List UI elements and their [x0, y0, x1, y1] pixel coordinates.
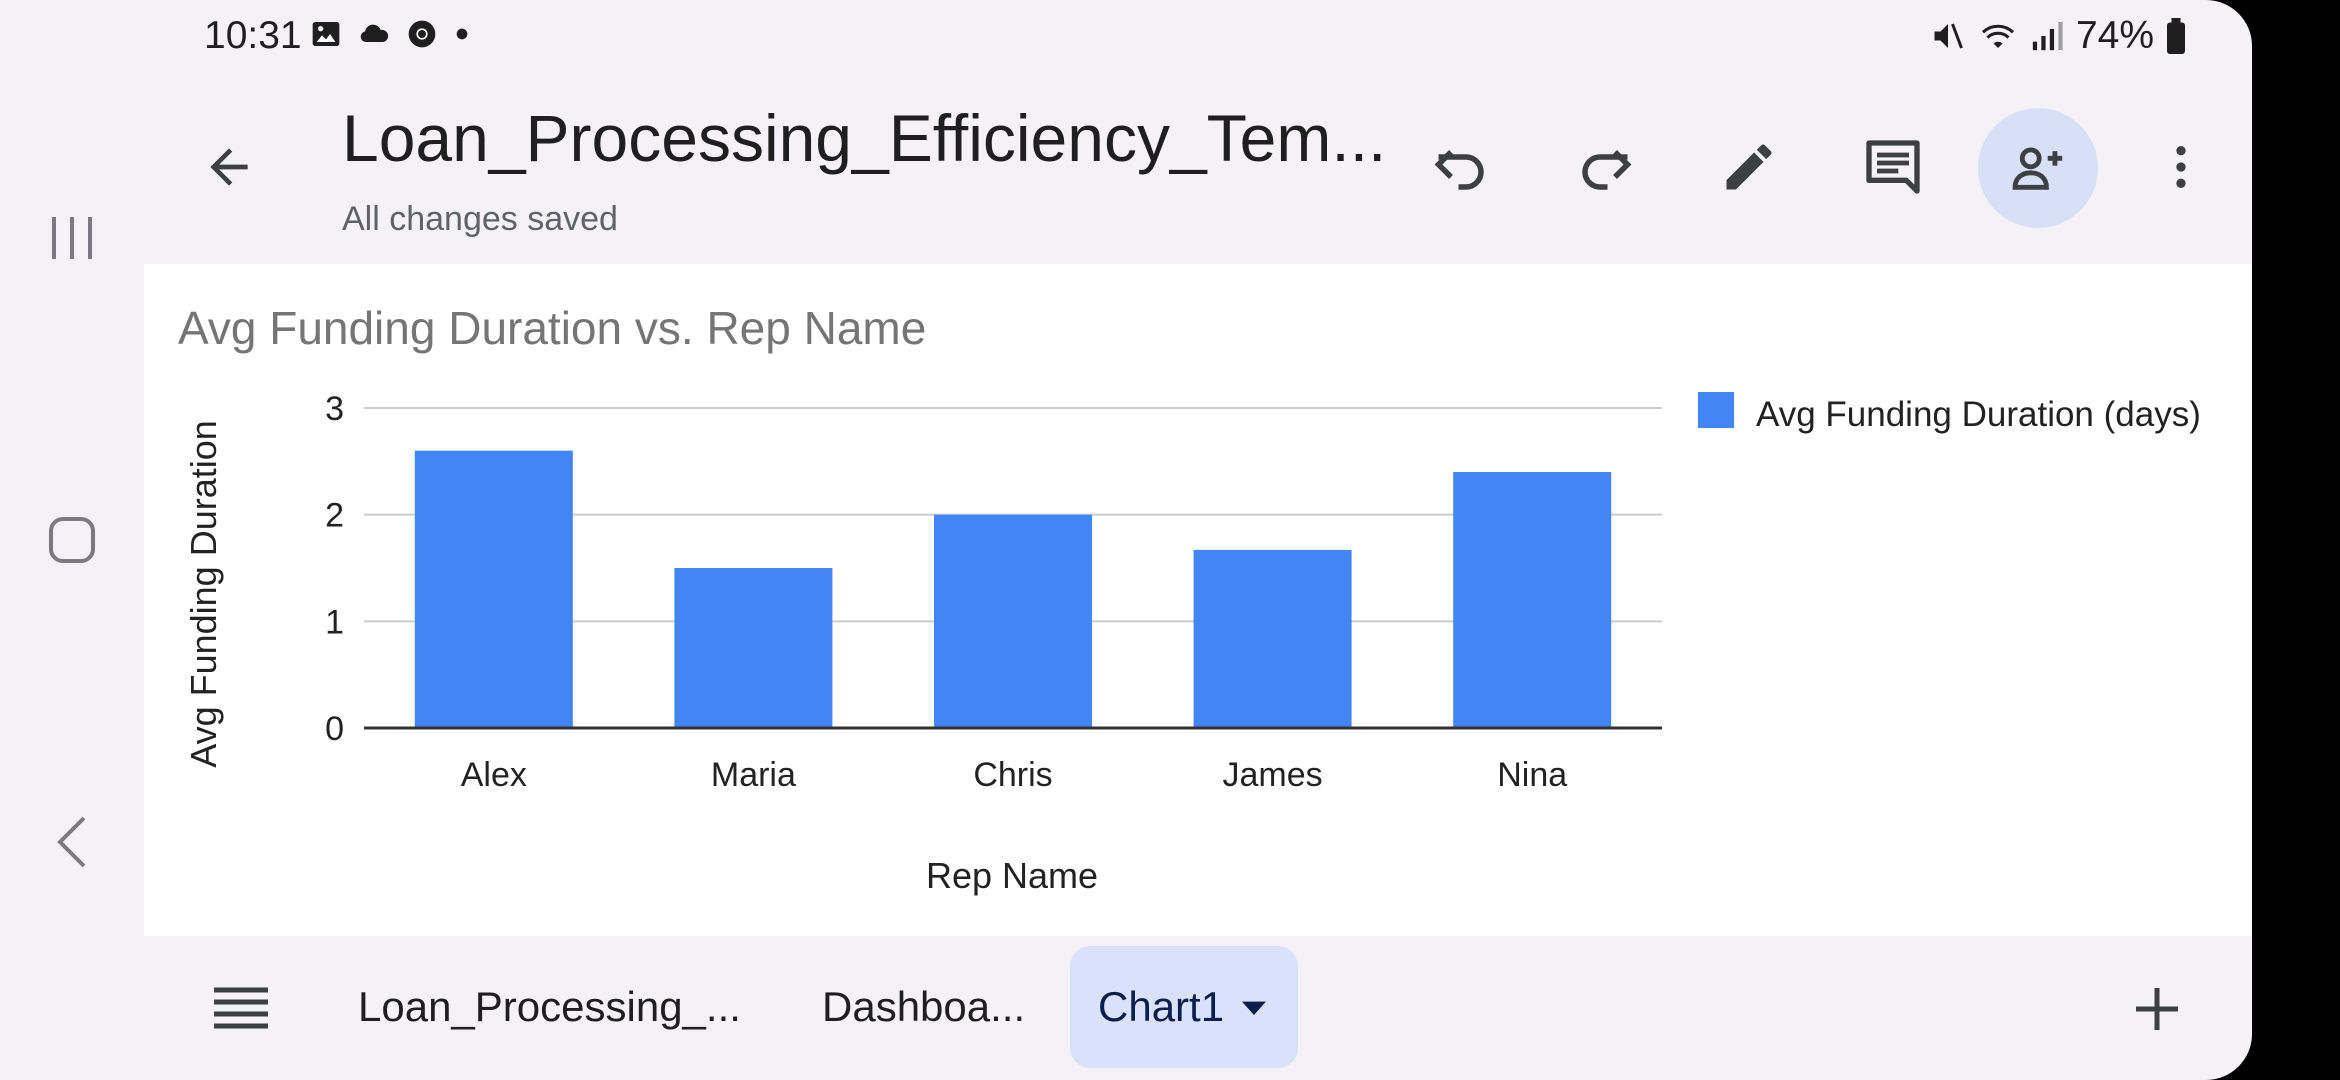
battery-percent: 74%: [2075, 14, 2154, 57]
bar-chart: Avg Funding Duration vs. Rep Name 0 1 2 3 A…: [178, 302, 2201, 896]
undo-button[interactable]: [1416, 122, 1506, 212]
chart-title: Avg Funding Duration vs. Rep Name: [178, 302, 926, 354]
wifi-icon: [1981, 24, 2014, 48]
bar-james[interactable]: [1193, 549, 1352, 728]
y-axis-label: Avg Funding Duration: [183, 420, 224, 768]
status-time: 10:31: [204, 14, 302, 57]
edit-pencil-icon: [1726, 144, 1772, 190]
comment-button[interactable]: [1848, 122, 1938, 212]
x-axis-label: Rep Name: [926, 855, 1098, 896]
redo-icon: [1582, 150, 1632, 190]
x-tick-labels: Alex Maria Chris James Nina: [461, 756, 1568, 794]
back-arrow-icon: [210, 148, 248, 186]
dropdown-arrow-icon: [1242, 1001, 1267, 1015]
x-tick-label-chris: Chris: [973, 756, 1052, 794]
menu-list-icon: [214, 987, 268, 1029]
battery-icon: [2167, 18, 2185, 54]
y-tick-labels: 0 1 2 3: [325, 390, 344, 748]
add-person-icon: [2012, 147, 2063, 190]
recent-apps-button[interactable]: [40, 206, 104, 270]
bar-chris[interactable]: [934, 514, 1092, 728]
add-sheet-button[interactable]: [2112, 964, 2202, 1054]
bar-maria[interactable]: [674, 568, 833, 728]
y-tick-label: 0: [325, 710, 344, 748]
redo-button[interactable]: [1560, 122, 1650, 212]
more-options-button[interactable]: [2136, 122, 2226, 212]
recent-apps-icon: [52, 217, 92, 259]
y-tick-label: 3: [325, 390, 344, 428]
undo-icon: [1434, 150, 1484, 190]
legend-label: Avg Funding Duration (days): [1756, 395, 2201, 434]
signal-icon: [2032, 21, 2063, 51]
bar-nina[interactable]: [1453, 472, 1612, 728]
sheet-tab-loan-processing[interactable]: Loan_Processing_...: [358, 946, 741, 1068]
bars[interactable]: [414, 450, 1612, 728]
status-icons-left: [310, 18, 472, 50]
chrome-icon: [408, 20, 436, 48]
mute-icon: [1934, 23, 1963, 49]
x-tick-label-james: James: [1223, 756, 1323, 794]
plus-icon: [2136, 988, 2178, 1030]
status-right: 74%: [1930, 14, 2186, 58]
all-sheets-button[interactable]: [196, 964, 286, 1054]
nav-back-icon: [57, 816, 86, 868]
y-tick-label: 1: [325, 603, 344, 641]
sheet-tab-chart1[interactable]: Chart1: [1070, 946, 1298, 1068]
edit-button[interactable]: [1704, 122, 1794, 212]
app-screen: 10:31 74% Loan_Processing_Efficiency_Tem…: [0, 0, 2252, 1080]
gallery-icon: [312, 22, 340, 46]
more-vert-icon: [2176, 146, 2186, 188]
x-tick-label-maria: Maria: [711, 756, 796, 794]
home-button[interactable]: [40, 508, 104, 572]
back-button[interactable]: [184, 122, 274, 212]
bar-alex[interactable]: [414, 450, 573, 728]
comment-icon: [1866, 140, 1920, 194]
sheet-tab-chart1-label: Chart1: [1098, 983, 1225, 1030]
nav-back-button[interactable]: [40, 810, 104, 874]
dot-icon: [456, 28, 468, 40]
share-button[interactable]: [1978, 108, 2098, 228]
sheet-tab-dashboard[interactable]: Dashboa...: [822, 946, 1025, 1068]
y-tick-label: 2: [325, 497, 344, 535]
save-status: All changes saved: [342, 200, 618, 238]
document-title[interactable]: Loan_Processing_Efficiency_Tem...: [342, 100, 1386, 176]
x-tick-label-nina: Nina: [1497, 756, 1567, 794]
chart-panel[interactable]: Avg Funding Duration vs. Rep Name 0 1 2 3 A…: [144, 264, 2252, 936]
cloud-icon: [360, 24, 389, 42]
x-tick-label-alex: Alex: [461, 756, 527, 794]
legend-swatch: [1698, 392, 1734, 428]
home-icon: [49, 517, 95, 563]
